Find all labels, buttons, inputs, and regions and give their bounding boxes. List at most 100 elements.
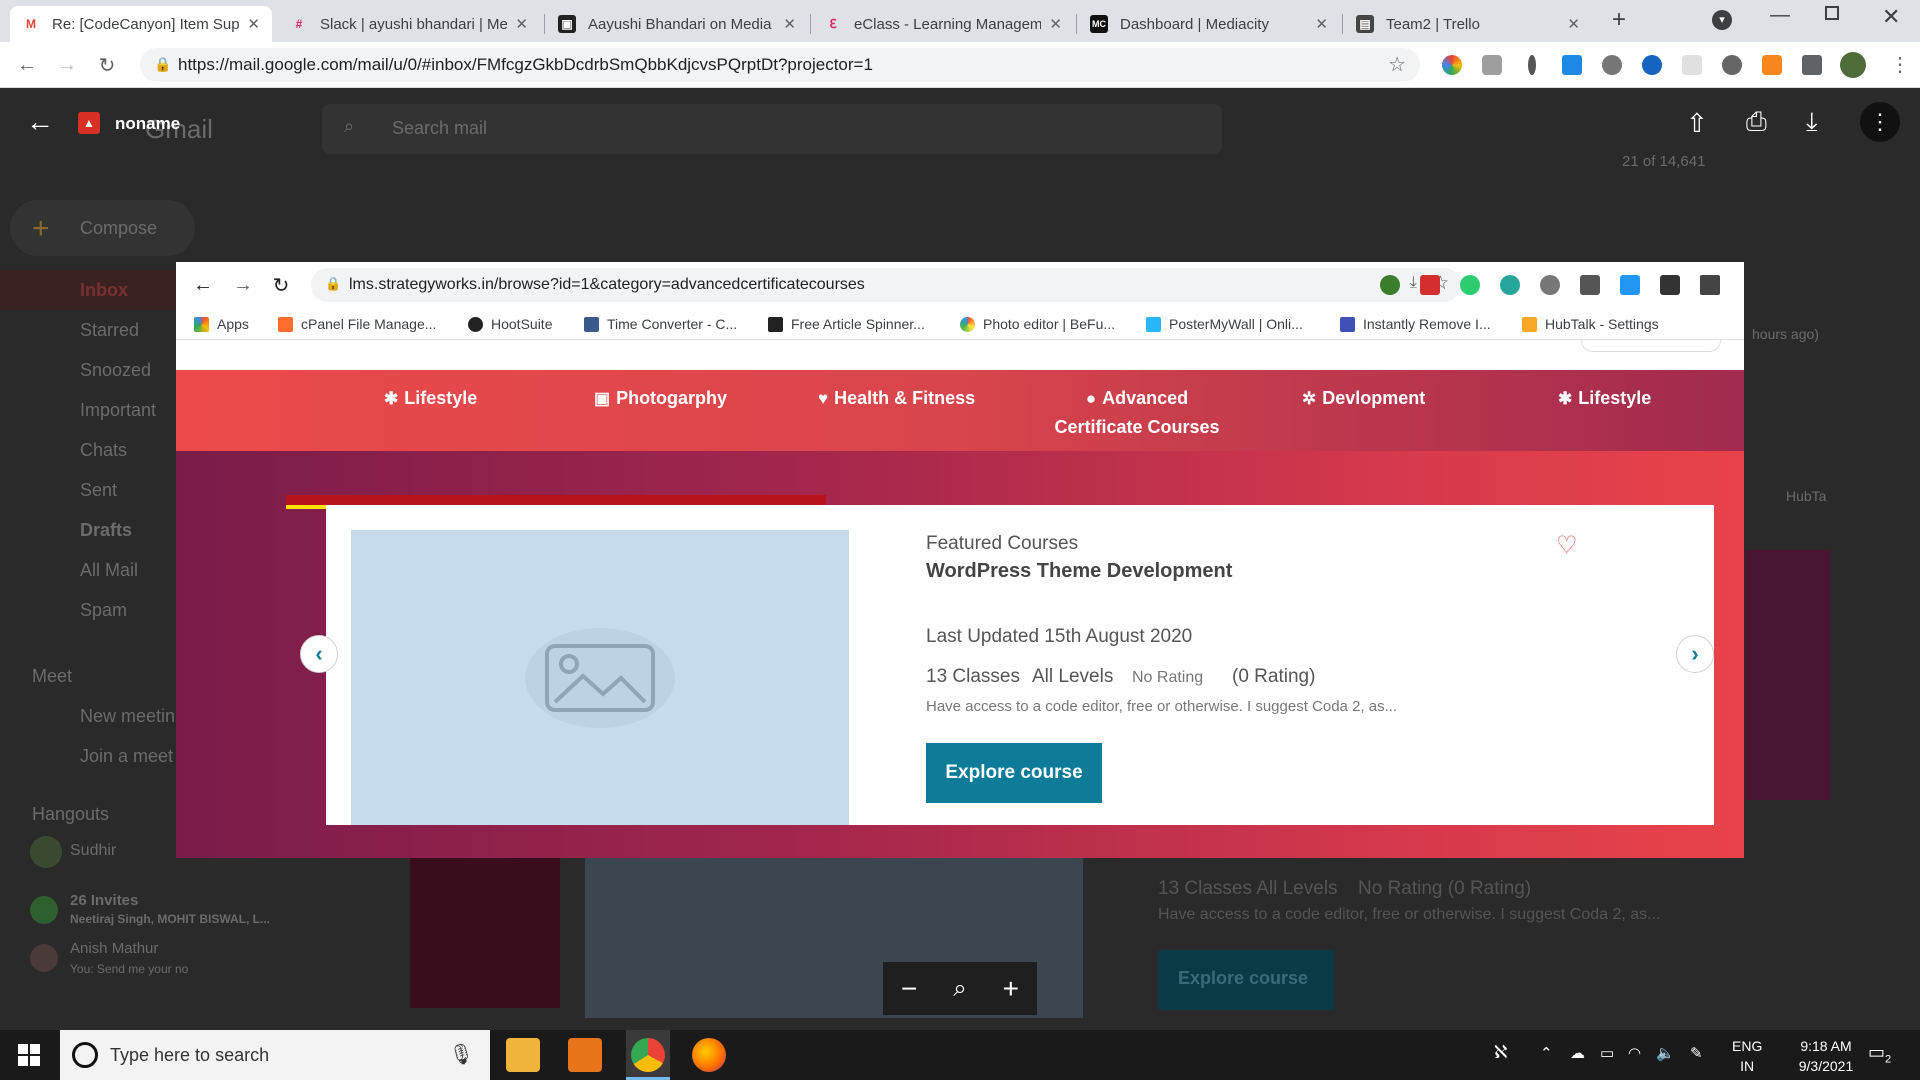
metamask-icon[interactable] <box>1762 55 1782 75</box>
sidebar-item-allmail[interactable]: All Mail <box>80 560 138 581</box>
zoom-magnifier-icon[interactable]: ⌕ <box>953 975 966 1003</box>
camera-icon[interactable] <box>1482 55 1502 75</box>
battery-icon[interactable]: ▭ <box>1600 1044 1614 1062</box>
tab-gmail[interactable]: M Re: [CodeCanyon] Item Sup ✕ <box>10 6 272 42</box>
cloud-icon[interactable]: ☁ <box>1570 1044 1585 1062</box>
reload-icon[interactable]: ↻ <box>94 52 120 78</box>
back-arrow-icon[interactable]: ← <box>26 106 54 138</box>
tab-media[interactable]: ▣ Aayushi Bhandari on Media ✕ <box>546 6 808 42</box>
add-to-drive-icon[interactable]: ⇧ <box>1686 108 1708 139</box>
bookmark-remove-bg: Instantly Remove I... <box>1340 316 1491 332</box>
extension-icon[interactable] <box>1682 55 1702 75</box>
sidebar-item-drafts[interactable]: Drafts <box>80 520 132 541</box>
tab-search-icon[interactable]: ▾ <box>1712 10 1732 30</box>
heart-icon: ♡ <box>1556 532 1578 559</box>
puzzle-icon: ✱ <box>1558 389 1573 408</box>
extension-icon[interactable] <box>1562 55 1582 75</box>
lock-icon: 🔒 <box>325 276 342 291</box>
close-icon[interactable]: ✕ <box>1567 15 1580 33</box>
sidebar-item-sent[interactable]: Sent <box>80 480 117 501</box>
clock[interactable]: 9:18 AM 9/3/2021 <box>1780 1036 1872 1076</box>
bookmark-cpanel: cPanel File Manage... <box>278 316 436 332</box>
zoom-out-icon[interactable]: − <box>901 973 917 1005</box>
taskbar-search-input[interactable]: Type here to search 🎙 <box>60 1030 490 1080</box>
microphone-icon[interactable]: 🎙 <box>449 1042 474 1067</box>
volume-icon[interactable]: 🔈 <box>1656 1044 1675 1062</box>
sublime-text-icon[interactable] <box>568 1038 602 1072</box>
new-tab-icon[interactable]: + <box>1612 6 1626 34</box>
maximize-icon[interactable] <box>1825 6 1839 20</box>
menu-item-health-fitness: ♥ Health & Fitness <box>818 384 975 413</box>
install-icon: ⤓ <box>1409 274 1417 291</box>
bookmark-apps: Apps <box>194 316 249 332</box>
people-icon[interactable]: ℵ <box>1494 1042 1507 1063</box>
image-icon: ▣ <box>594 389 611 408</box>
back-icon[interactable]: ← <box>14 52 40 78</box>
zoom-in-icon[interactable]: + <box>1003 973 1019 1005</box>
star-icon[interactable]: ☆ <box>1388 52 1406 77</box>
menu-item-lifestyle-2: ✱ Lifestyle <box>1558 384 1651 413</box>
notification-icon[interactable]: ▭2 <box>1868 1042 1891 1066</box>
extension-icon <box>1460 275 1480 295</box>
tab-mediacity[interactable]: MC Dashboard | Mediacity ✕ <box>1078 6 1340 42</box>
compose-button[interactable]: + Compose <box>10 200 195 256</box>
file-explorer-icon[interactable] <box>506 1038 540 1072</box>
puzzle-icon[interactable] <box>1802 55 1822 75</box>
playlist-icon <box>1700 275 1720 295</box>
pen-icon[interactable]: ✎ <box>1690 1044 1703 1062</box>
close-icon[interactable]: ✕ <box>783 15 796 33</box>
bookmark-hubtalk: HubTalk - Settings <box>1522 316 1659 332</box>
download-icon[interactable]: ⤓ <box>1806 106 1818 138</box>
new-meeting-item[interactable]: New meetin <box>80 706 175 727</box>
chevron-up-icon[interactable]: ⌃ <box>1540 1044 1553 1062</box>
sidebar-item-chats[interactable]: Chats <box>80 440 127 461</box>
firefox-icon[interactable] <box>692 1038 726 1072</box>
extension-icon[interactable] <box>1602 55 1622 75</box>
attachment-image: ← → ↻ 🔒 lms.strategyworks.in/browse?id=1… <box>176 262 1744 858</box>
extension-icon[interactable] <box>1528 55 1536 75</box>
sidebar-item-starred[interactable]: Starred <box>80 320 139 341</box>
windows-start-icon[interactable] <box>18 1044 40 1066</box>
circle-icon: ● <box>1085 389 1097 408</box>
window-close-icon[interactable]: ✕ <box>1882 4 1900 30</box>
minimize-icon[interactable]: — <box>1770 4 1790 27</box>
extension-icon[interactable] <box>1722 55 1742 75</box>
join-meeting-item[interactable]: Join a meet <box>80 746 173 767</box>
reload-icon: ↻ <box>272 274 290 297</box>
extension-icon <box>1380 275 1400 295</box>
zoom-controls: − ⌕ + <box>883 962 1037 1015</box>
more-vert-icon[interactable]: ⋮ <box>1860 102 1900 142</box>
extension-icon <box>1540 275 1560 295</box>
sidebar-item-important[interactable]: Important <box>80 400 156 421</box>
sidebar-item-snoozed[interactable]: Snoozed <box>80 360 151 381</box>
close-icon[interactable]: ✕ <box>1315 15 1328 33</box>
tab-eclass[interactable]: ℇ eClass - Learning Managem ✕ <box>812 6 1074 42</box>
card-level: All Levels <box>1032 666 1114 687</box>
url-input[interactable]: 🔒 https://mail.google.com/mail/u/0/#inbo… <box>140 48 1420 82</box>
chrome-taskbar-item[interactable] <box>626 1030 670 1080</box>
extension-icon[interactable] <box>1442 55 1462 75</box>
forward-icon[interactable]: → <box>54 52 80 78</box>
bookmark-article-spinner: Free Article Spinner... <box>768 316 925 332</box>
sidebar-item-spam[interactable]: Spam <box>80 600 127 621</box>
lms-page: ✱ Lifestyle ▣ Photogarphy ♥ Health & Fitnes… <box>176 340 1744 858</box>
close-icon[interactable]: ✕ <box>515 15 528 33</box>
hangouts-header: Hangouts <box>32 804 110 824</box>
avatar[interactable] <box>1840 52 1866 78</box>
close-icon[interactable]: ✕ <box>247 15 260 33</box>
chevron-right-icon: › <box>1676 635 1714 673</box>
bookmarks-bar: Apps cPanel File Manage... HootSuite Tim… <box>176 308 1744 340</box>
meet-header: Meet <box>32 666 73 686</box>
wifi-icon[interactable]: ◠ <box>1628 1044 1641 1062</box>
print-icon[interactable]: ⎙ <box>1746 106 1767 138</box>
background-explore-button: Explore course <box>1158 950 1334 1010</box>
preview-url: 🔒 lms.strategyworks.in/browse?id=1&categ… <box>311 268 1461 302</box>
tab-trello[interactable]: ▤ Team2 | Trello ✕ <box>1344 6 1592 42</box>
language-indicator[interactable]: ENG IN <box>1732 1036 1762 1076</box>
chrome-icon <box>631 1038 665 1072</box>
more-vert-icon[interactable]: ⋮ <box>1890 52 1910 77</box>
close-icon[interactable]: ✕ <box>1049 15 1062 33</box>
tab-slack[interactable]: # Slack | ayushi bhandari | Me ✕ <box>278 6 540 42</box>
chevron-left-icon: ‹ <box>300 635 338 673</box>
extension-icon[interactable] <box>1642 55 1662 75</box>
